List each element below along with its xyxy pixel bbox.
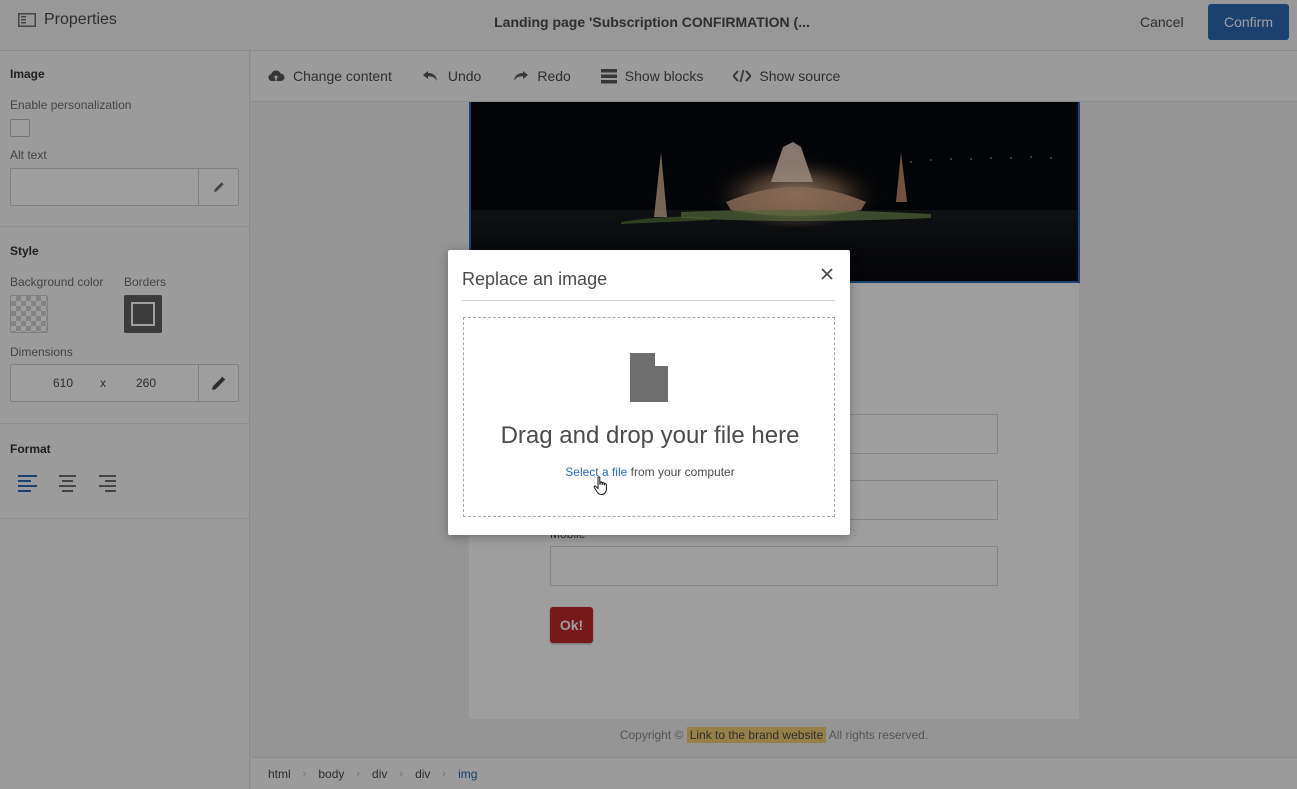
replace-image-dialog: Replace an image Drag and drop your file… xyxy=(448,250,850,535)
close-icon[interactable] xyxy=(821,267,833,285)
select-file-suffix: from your computer xyxy=(630,465,735,479)
document-icon xyxy=(630,353,668,402)
select-file-line: Select a file from your computer xyxy=(464,465,836,479)
drop-instructions: Drag and drop your file here xyxy=(500,422,800,449)
hand-cursor-icon xyxy=(593,476,607,496)
dialog-divider xyxy=(462,300,835,301)
dialog-title: Replace an image xyxy=(462,269,608,289)
file-dropzone[interactable]: Drag and drop your file here Select a fi… xyxy=(463,317,835,517)
